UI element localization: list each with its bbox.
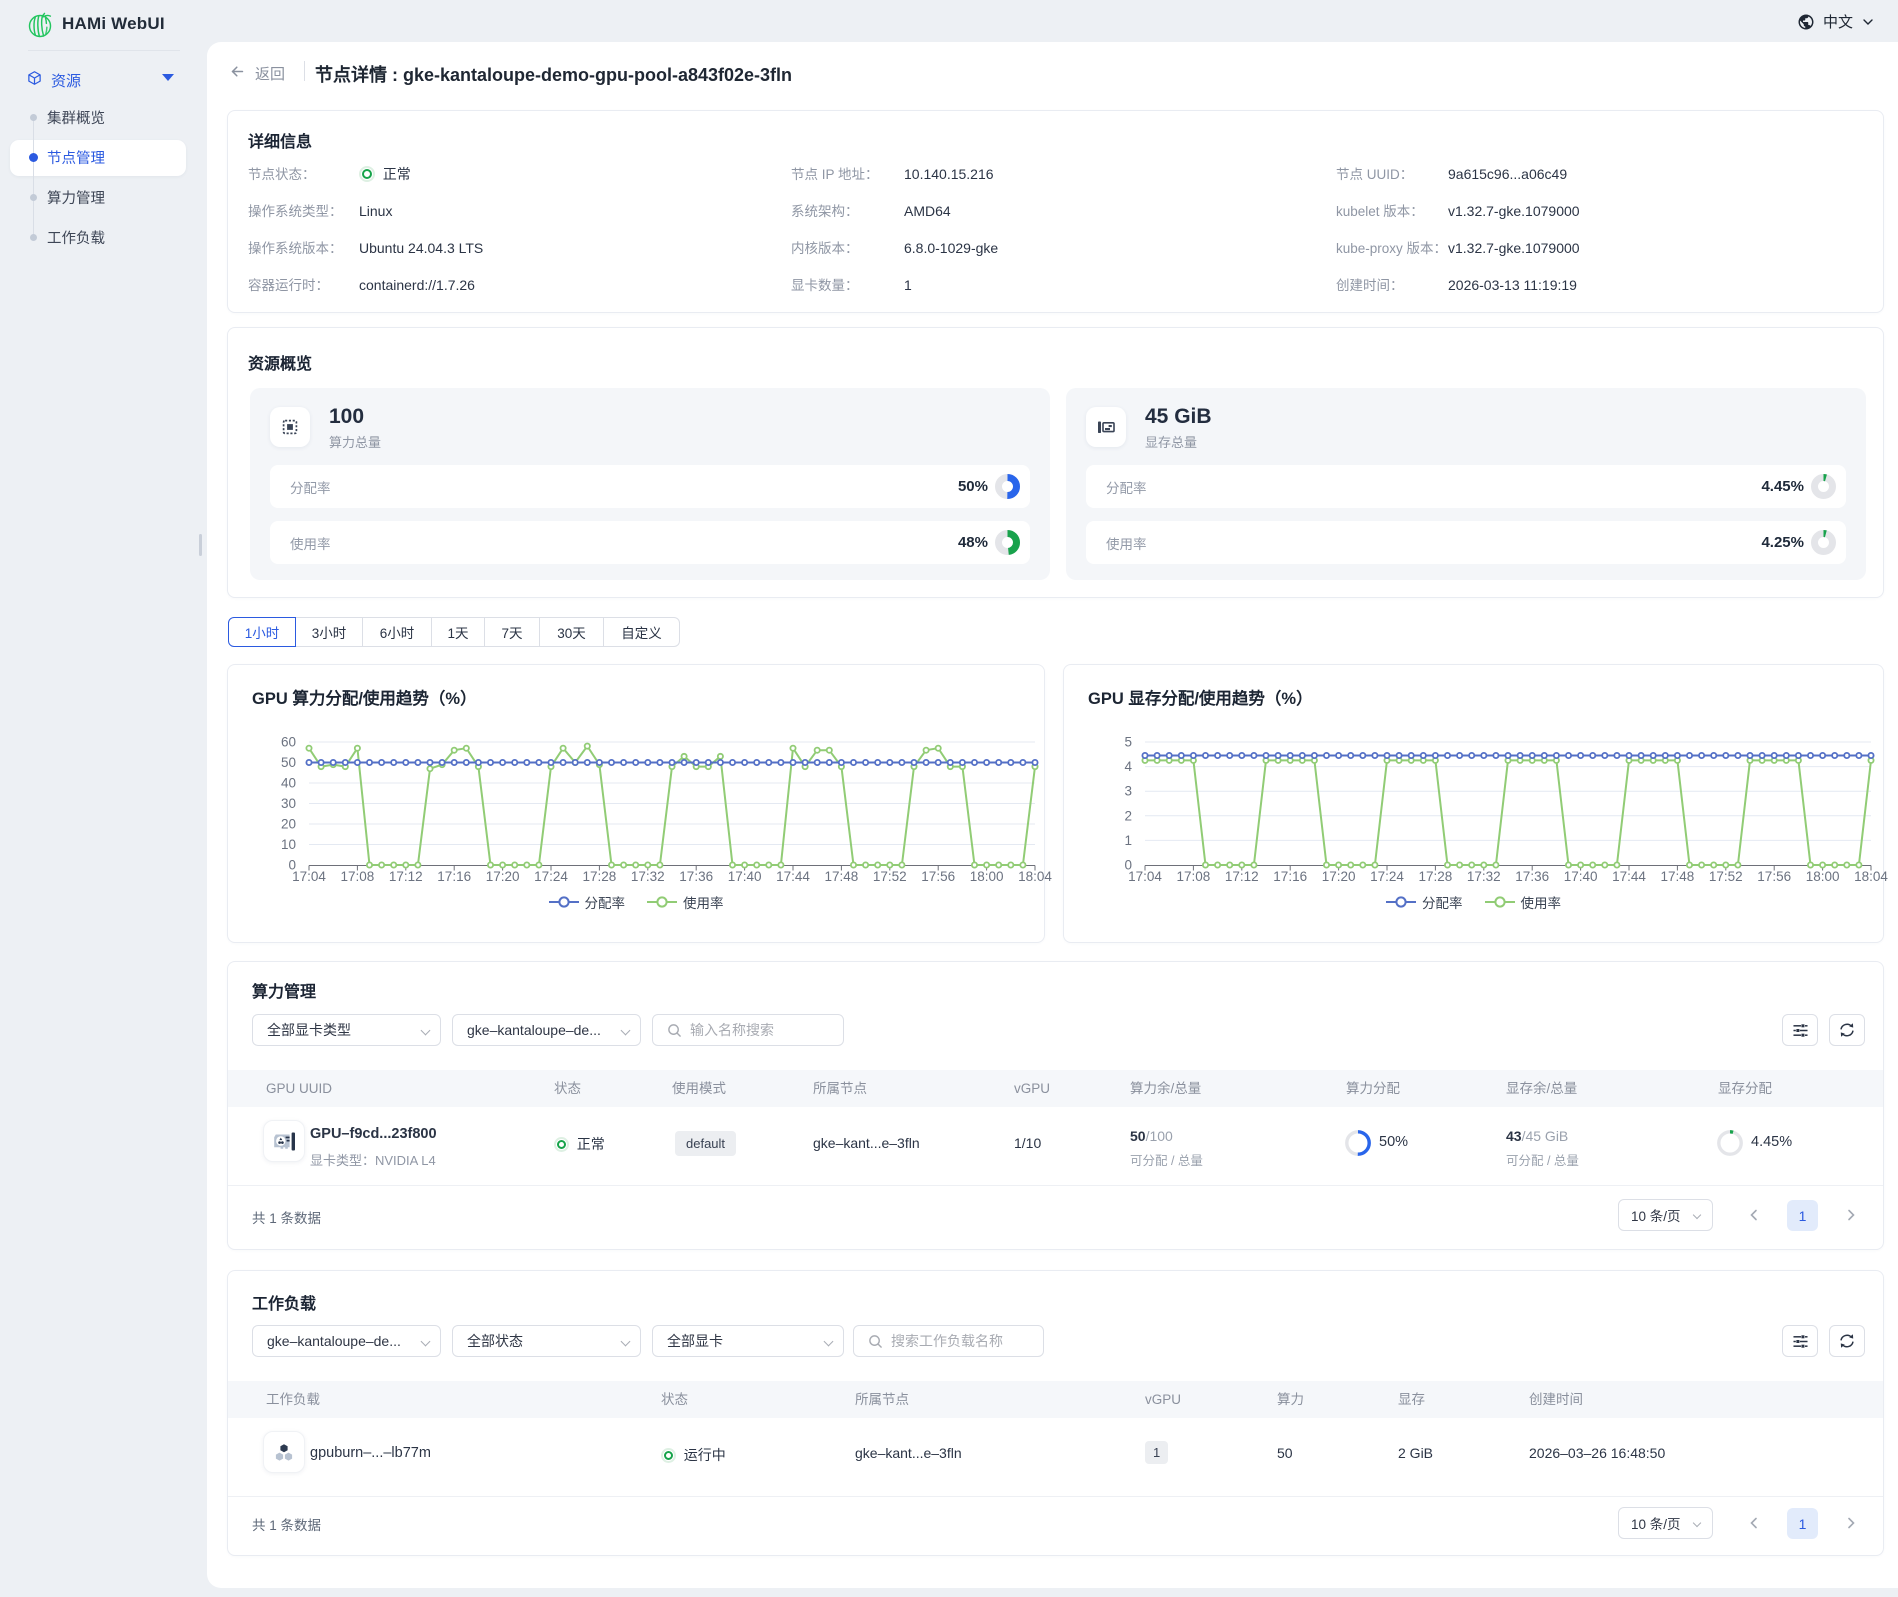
svg-text:17:40: 17:40 [728,869,762,884]
svg-text:17:08: 17:08 [341,869,375,884]
svg-text:3: 3 [1124,784,1132,799]
svg-text:30: 30 [281,796,296,811]
svg-text:17:24: 17:24 [534,869,568,884]
svg-text:17:36: 17:36 [1515,869,1549,884]
svg-text:17:44: 17:44 [776,869,810,884]
svg-text:2: 2 [1124,808,1132,823]
svg-text:17:24: 17:24 [1370,869,1404,884]
svg-text:50: 50 [281,755,296,770]
svg-text:17:48: 17:48 [825,869,859,884]
svg-text:17:32: 17:32 [631,869,665,884]
svg-text:17:56: 17:56 [1757,869,1791,884]
svg-text:17:12: 17:12 [389,869,423,884]
svg-text:60: 60 [281,735,296,750]
svg-text:20: 20 [281,817,296,832]
svg-text:17:16: 17:16 [1273,869,1307,884]
svg-text:17:20: 17:20 [486,869,520,884]
svg-text:17:16: 17:16 [437,869,471,884]
svg-text:4: 4 [1124,759,1132,774]
svg-text:17:28: 17:28 [1419,869,1453,884]
svg-text:10: 10 [281,837,296,852]
svg-text:1: 1 [1124,833,1132,848]
svg-text:18:04: 18:04 [1854,869,1888,884]
svg-text:40: 40 [281,776,296,791]
svg-text:17:20: 17:20 [1322,869,1356,884]
svg-text:17:52: 17:52 [873,869,907,884]
svg-text:17:56: 17:56 [921,869,955,884]
svg-text:17:52: 17:52 [1709,869,1743,884]
svg-text:17:40: 17:40 [1564,869,1598,884]
svg-text:18:04: 18:04 [1018,869,1052,884]
svg-text:17:48: 17:48 [1661,869,1695,884]
svg-text:18:00: 18:00 [970,869,1004,884]
svg-text:17:28: 17:28 [583,869,617,884]
svg-text:17:44: 17:44 [1612,869,1646,884]
svg-text:17:12: 17:12 [1225,869,1259,884]
svg-text:17:32: 17:32 [1467,869,1501,884]
svg-text:18:00: 18:00 [1806,869,1840,884]
svg-text:17:08: 17:08 [1177,869,1211,884]
svg-text:5: 5 [1124,735,1132,750]
svg-text:17:04: 17:04 [1128,869,1162,884]
svg-text:17:36: 17:36 [679,869,713,884]
svg-text:17:04: 17:04 [292,869,326,884]
